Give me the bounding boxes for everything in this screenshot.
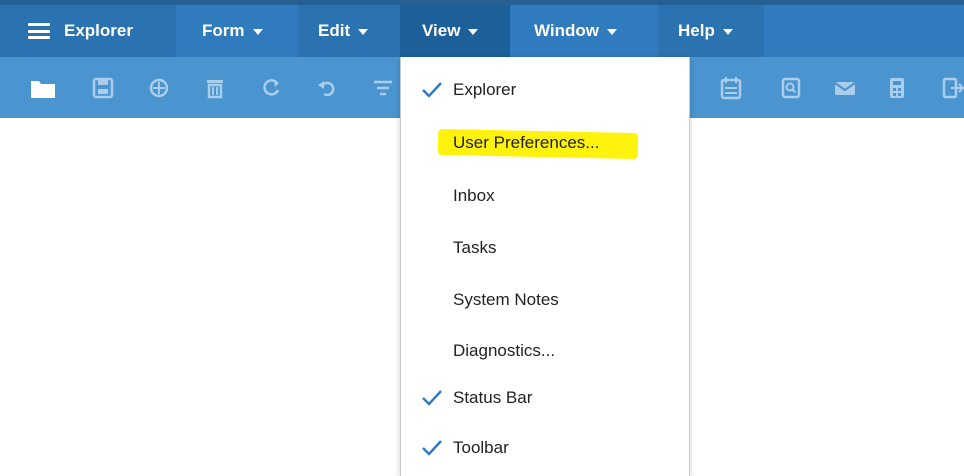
- calculator-icon[interactable]: [884, 75, 910, 101]
- menu-item-label: User Preferences...: [453, 133, 600, 152]
- view-menu[interactable]: View: [400, 5, 510, 57]
- caret-down-icon: [722, 29, 733, 35]
- form-menu[interactable]: Form: [176, 5, 298, 57]
- menubar: Explorer Form Edit View Window Help: [0, 0, 964, 57]
- menu-item-explorer[interactable]: Explorer: [401, 65, 689, 115]
- exit-icon[interactable]: [940, 75, 964, 101]
- menu-item-system-notes[interactable]: System Notes: [401, 275, 689, 325]
- open-folder-icon[interactable]: [30, 75, 56, 101]
- menu-item-label: Explorer: [453, 80, 517, 99]
- menu-item-diagnostics[interactable]: Diagnostics...: [401, 326, 689, 376]
- form-menu-label: Form: [202, 21, 245, 40]
- delete-icon[interactable]: [202, 75, 228, 101]
- menu-item-label: Diagnostics...: [453, 341, 556, 360]
- checkmark-icon: [422, 390, 442, 406]
- save-icon[interactable]: [90, 75, 116, 101]
- explorer-menu[interactable]: Explorer: [0, 5, 176, 57]
- menu-item-status-bar[interactable]: Status Bar: [401, 373, 689, 423]
- view-menu-label: View: [422, 21, 461, 40]
- explorer-menu-label: Explorer: [64, 21, 133, 40]
- menu-item-label: Inbox: [453, 186, 495, 205]
- hamburger-menu-icon[interactable]: [28, 23, 50, 39]
- application-window: Explorer Form Edit View Window Help Expl…: [0, 0, 964, 476]
- caret-down-icon: [607, 29, 617, 35]
- menu-item-label: Toolbar: [453, 438, 509, 457]
- caret-down-icon: [252, 29, 263, 35]
- caret-down-icon: [468, 29, 479, 35]
- help-menu[interactable]: Help: [658, 5, 764, 57]
- view-dropdown-menu: Explorer User Preferences... Inbox Tasks…: [400, 57, 690, 476]
- filter-icon[interactable]: [370, 75, 396, 101]
- menu-item-label: Status Bar: [453, 388, 533, 407]
- menu-item-label: Tasks: [453, 238, 497, 257]
- edit-menu[interactable]: Edit: [298, 5, 400, 57]
- menu-item-toolbar[interactable]: Toolbar: [401, 423, 689, 473]
- menu-item-user-preferences[interactable]: User Preferences...: [401, 118, 689, 168]
- help-menu-label: Help: [678, 21, 715, 40]
- undo-icon[interactable]: [314, 75, 340, 101]
- checkmark-icon: [422, 82, 442, 98]
- calendar-icon[interactable]: [718, 75, 744, 101]
- menu-item-label: System Notes: [453, 290, 559, 309]
- menu-item-tasks[interactable]: Tasks: [401, 223, 689, 273]
- document-search-icon[interactable]: [778, 75, 804, 101]
- window-menu-label: Window: [534, 21, 599, 40]
- mail-icon[interactable]: [832, 75, 858, 101]
- menu-item-inbox[interactable]: Inbox: [401, 171, 689, 221]
- edit-menu-label: Edit: [318, 21, 351, 40]
- checkmark-icon: [422, 440, 442, 456]
- refresh-icon[interactable]: [258, 75, 284, 101]
- target-icon[interactable]: [146, 75, 172, 101]
- window-menu[interactable]: Window: [510, 5, 658, 57]
- caret-down-icon: [358, 29, 369, 35]
